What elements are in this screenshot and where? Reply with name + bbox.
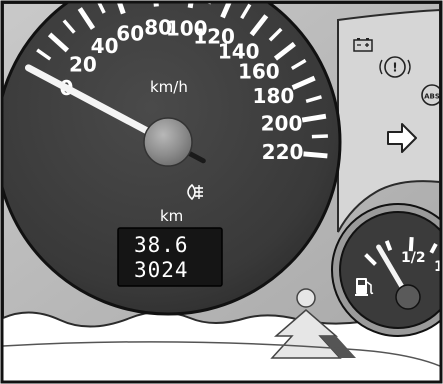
speed-unit-label: km/h xyxy=(150,78,188,96)
trip-distance-readout: 38.6 xyxy=(134,233,189,257)
odometer-unit-label: km xyxy=(160,207,183,225)
instrument-cluster-illustration: 020406080100120140160180200220 km/h km 3… xyxy=(0,0,443,384)
speed-scale-label: 220 xyxy=(262,140,304,164)
fuel-needle-hub xyxy=(395,284,421,310)
fuel-tick xyxy=(408,236,414,252)
speed-tick-major xyxy=(303,151,328,159)
speed-tick-minor xyxy=(311,134,328,139)
svg-text:ABS: ABS xyxy=(424,93,440,101)
speed-scale-label: 200 xyxy=(261,111,303,135)
speed-scale-label: 180 xyxy=(253,84,295,108)
speed-scale-label: 160 xyxy=(238,59,280,83)
instrument-cluster-svg: 020406080100120140160180200220 km/h km 3… xyxy=(0,0,443,384)
svg-text:!: ! xyxy=(392,61,397,75)
needle-hub xyxy=(143,117,193,167)
speed-scale-label: 40 xyxy=(91,34,119,58)
fuel-half-label: 1/2 xyxy=(401,250,426,266)
dashboard-edge-line xyxy=(3,341,440,367)
total-distance-readout: 3024 xyxy=(134,258,189,282)
speed-scale-label: 60 xyxy=(116,21,144,45)
